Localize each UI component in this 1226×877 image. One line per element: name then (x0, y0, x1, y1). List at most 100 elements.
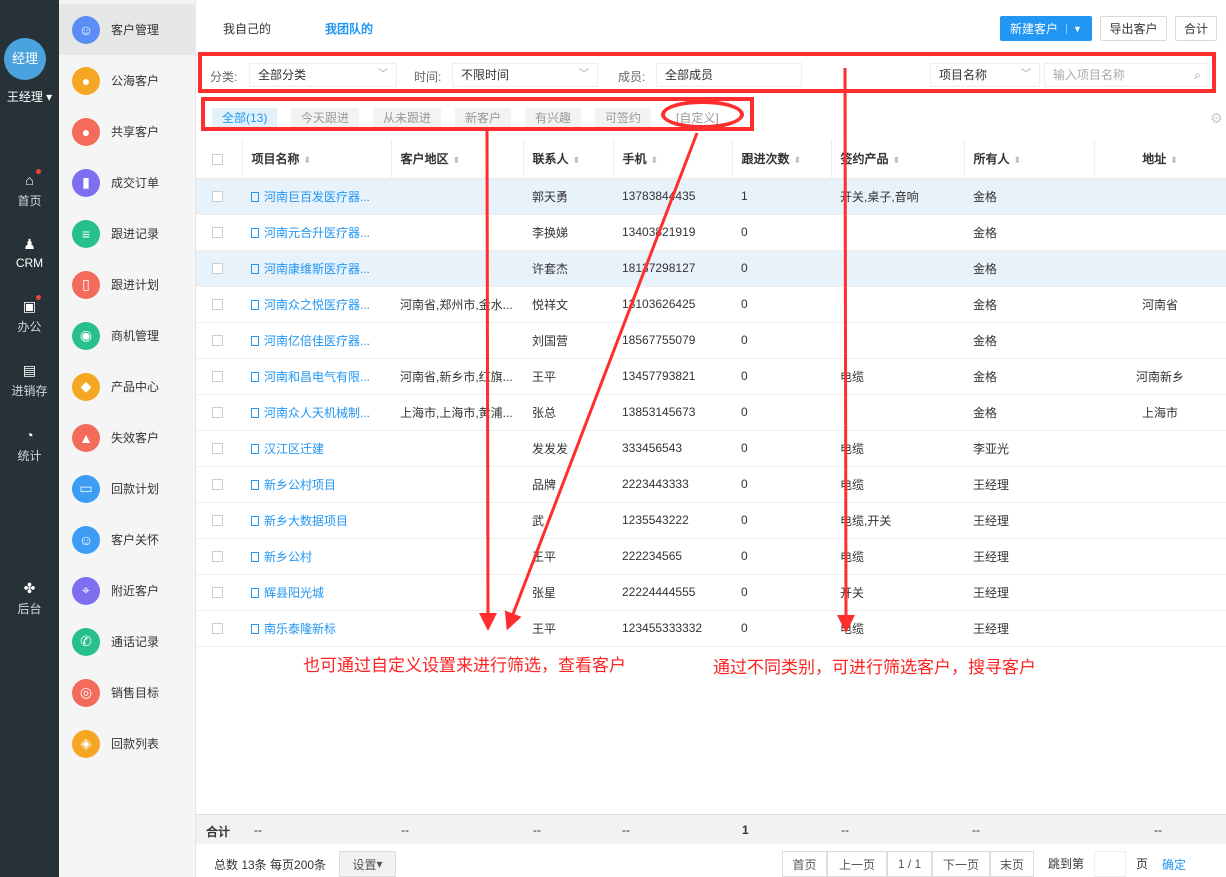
quick-tab-never[interactable]: 从未跟进 (373, 108, 442, 128)
project-name-link[interactable]: 新乡公村项目 (242, 466, 391, 503)
sidebar-item-label: 附近客户 (111, 584, 160, 598)
tab-mine[interactable]: 我自己的 (223, 20, 271, 37)
sidebar-item-public-customers[interactable]: ● 公海客户 (59, 55, 196, 106)
table-cell: 0 (732, 538, 831, 575)
rail-item-stats[interactable]: ◔ 统计 (0, 427, 59, 464)
project-name-link[interactable]: 辉县阳光城 (242, 574, 391, 611)
quick-tab-new[interactable]: 新客户 (455, 108, 512, 128)
rail-item-admin[interactable]: ✤ 后台 (0, 580, 59, 617)
search-input[interactable]: 输入项目名称 ⌕ (1044, 63, 1210, 87)
table-row[interactable]: 辉县阳光城 张星 22224444555 0 开关 王经理 (196, 574, 1226, 611)
merge-button[interactable]: 合计 (1175, 16, 1217, 41)
row-checkbox[interactable] (196, 358, 242, 395)
row-checkbox[interactable] (196, 430, 242, 467)
sidebar-item-followup-records[interactable]: ≡ 跟进记录 (59, 208, 196, 259)
sidebar-item-customer-care[interactable]: ☺ 客户关怀 (59, 514, 196, 565)
column-header[interactable]: 跟进次数 ⬍ (732, 140, 832, 179)
sidebar-item-shared-customers[interactable]: ● 共享客户 (59, 106, 196, 157)
export-customer-button[interactable]: 导出客户 (1100, 16, 1167, 41)
quick-tab-today[interactable]: 今天跟进 (291, 108, 360, 128)
sidebar-item-invalid-customers[interactable]: ▲ 失效客户 (59, 412, 196, 463)
project-name-link[interactable]: 河南元合升医疗器... (242, 214, 391, 251)
sidebar-item-call-records[interactable]: ✆ 通话记录 (59, 616, 196, 667)
search-field-select[interactable]: 项目名称 ﹀ (930, 63, 1040, 87)
sidebar-item-orders[interactable]: ▮ 成交订单 (59, 157, 196, 208)
select-all-checkbox[interactable] (196, 140, 243, 179)
row-checkbox[interactable] (196, 502, 242, 539)
table-row[interactable]: 河南康维斯医疗器... 许套杰 18137298127 0 金格 (196, 250, 1226, 287)
table-row[interactable]: 汉江区迁建 发发发 333456543 0 电缆 李亚光 (196, 430, 1226, 467)
quick-tab-custom[interactable]: [自定义] (666, 108, 729, 128)
row-checkbox[interactable] (196, 538, 242, 575)
table-row[interactable]: 河南元合升医疗器... 李换娣 13403821919 0 金格 (196, 214, 1226, 251)
project-name-link[interactable]: 新乡大数据项目 (242, 502, 391, 539)
tab-my-team[interactable]: 我团队的 (325, 20, 373, 37)
row-checkbox[interactable] (196, 610, 242, 647)
row-checkbox[interactable] (196, 466, 242, 503)
rail-item-home[interactable]: ⌂ 首页 (0, 169, 59, 209)
last-page-button[interactable]: 末页 (990, 851, 1034, 877)
avatar[interactable]: 经理 (4, 38, 46, 80)
first-page-button[interactable]: 首页 (782, 851, 827, 877)
rail-item-crm[interactable]: ♟ CRM (0, 236, 59, 270)
project-name-link[interactable]: 汉江区迁建 (242, 430, 391, 467)
new-customer-button[interactable]: 新建客户 ▼ (1000, 16, 1092, 41)
row-checkbox[interactable] (196, 286, 242, 323)
username-menu[interactable]: 王经理 ▾ (0, 88, 59, 105)
project-name-link[interactable]: 河南亿倍佳医疗器... (242, 322, 391, 359)
gear-icon[interactable]: ⚙ (1210, 110, 1223, 127)
column-header[interactable]: 地址 ⬍ (1094, 140, 1226, 179)
quick-tab-interested[interactable]: 有兴趣 (525, 108, 582, 128)
row-checkbox[interactable] (196, 322, 242, 359)
table-row[interactable]: 新乡大数据项目 武 1235543222 0 电缆,开关 王经理 (196, 502, 1226, 539)
quick-tab-all[interactable]: 全部(13) (212, 108, 278, 128)
column-header[interactable]: 联系人 ⬍ (523, 140, 614, 179)
sidebar-item-followup-plans[interactable]: ▯ 跟进计划 (59, 259, 196, 310)
search-icon[interactable]: ⌕ (1194, 64, 1201, 86)
column-header[interactable]: 客户地区 ⬍ (391, 140, 524, 179)
project-name-link[interactable]: 河南康维斯医疗器... (242, 250, 391, 287)
project-name-link[interactable]: 河南和昌电气有限... (242, 358, 391, 395)
table-row[interactable]: 河南和昌电气有限... 河南省,新乡市,红旗... 王平 13457793821 0 电缆… (196, 358, 1226, 395)
sidebar-item-payment-list[interactable]: ◈ 回款列表 (59, 718, 196, 769)
sidebar-item-products[interactable]: ◆ 产品中心 (59, 361, 196, 412)
table-row[interactable]: 河南亿倍佳医疗器... 刘国营 18567755079 0 金格 (196, 322, 1226, 359)
row-checkbox[interactable] (196, 250, 242, 287)
project-name-link[interactable]: 河南众之悦医疗器... (242, 286, 391, 323)
sidebar-item-sales-targets[interactable]: ◎ 销售目标 (59, 667, 196, 718)
quick-tab-signable[interactable]: 可签约 (595, 108, 652, 128)
column-header[interactable]: 签约产品 ⬍ (831, 140, 965, 179)
project-name-link[interactable]: 新乡公村 (242, 538, 391, 575)
row-checkbox[interactable] (196, 178, 242, 215)
column-header[interactable]: 所有人 ⬍ (964, 140, 1095, 179)
table-row[interactable]: 河南巨百发医疗器... 郭天勇 13783844435 1 开关,桌子,音响 金格 (196, 178, 1226, 215)
settings-button[interactable]: 设置 ▾ (339, 851, 396, 877)
sidebar-item-opportunities[interactable]: ◉ 商机管理 (59, 310, 196, 361)
column-header[interactable]: 手机 ⬍ (613, 140, 733, 179)
table-row[interactable]: 河南众人天机械制... 上海市,上海市,黄浦... 张总 13853145673 0 金格… (196, 394, 1226, 431)
rail-item-inventory[interactable]: ▤ 进销存 (0, 362, 59, 399)
column-header[interactable]: 项目名称 ⬍ (242, 140, 392, 179)
table-row[interactable]: 新乡公村 王平 222234565 0 电缆 王经理 (196, 538, 1226, 575)
sidebar-item-payment-plans[interactable]: ▭ 回款计划 (59, 463, 196, 514)
prev-page-button[interactable]: 上一页 (827, 851, 887, 877)
row-checkbox[interactable] (196, 574, 242, 611)
table-row[interactable]: 南乐泰隆新标 王平 123455333332 0 电缆 王经理 (196, 610, 1226, 647)
chevron-down-icon[interactable]: ▼ (1066, 23, 1082, 34)
project-name-link[interactable]: 河南众人天机械制... (242, 394, 391, 431)
project-name-link[interactable]: 河南巨百发医疗器... (242, 178, 391, 215)
rail-item-office[interactable]: ▣ 办公 (0, 295, 59, 335)
table-row[interactable]: 河南众之悦医疗器... 河南省,郑州市,金水... 悦祥文 13103626425 0 金… (196, 286, 1226, 323)
confirm-jump-link[interactable]: 确定 (1162, 856, 1186, 873)
sidebar-item-nearby-customers[interactable]: ⌖ 附近客户 (59, 565, 196, 616)
row-checkbox[interactable] (196, 394, 242, 431)
table-row[interactable]: 新乡公村项目 品牌 2223443333 0 电缆 王经理 (196, 466, 1226, 503)
next-page-button[interactable]: 下一页 (932, 851, 990, 877)
jump-page-input[interactable] (1094, 851, 1126, 877)
sidebar-item-customer-management[interactable]: ☺ 客户管理 (59, 4, 196, 55)
member-select[interactable]: 全部成员 (656, 63, 802, 87)
project-name-link[interactable]: 南乐泰隆新标 (242, 610, 391, 647)
category-select[interactable]: 全部分类 ﹀ (249, 63, 397, 87)
row-checkbox[interactable] (196, 214, 242, 251)
time-select[interactable]: 不限时间 ﹀ (452, 63, 598, 87)
